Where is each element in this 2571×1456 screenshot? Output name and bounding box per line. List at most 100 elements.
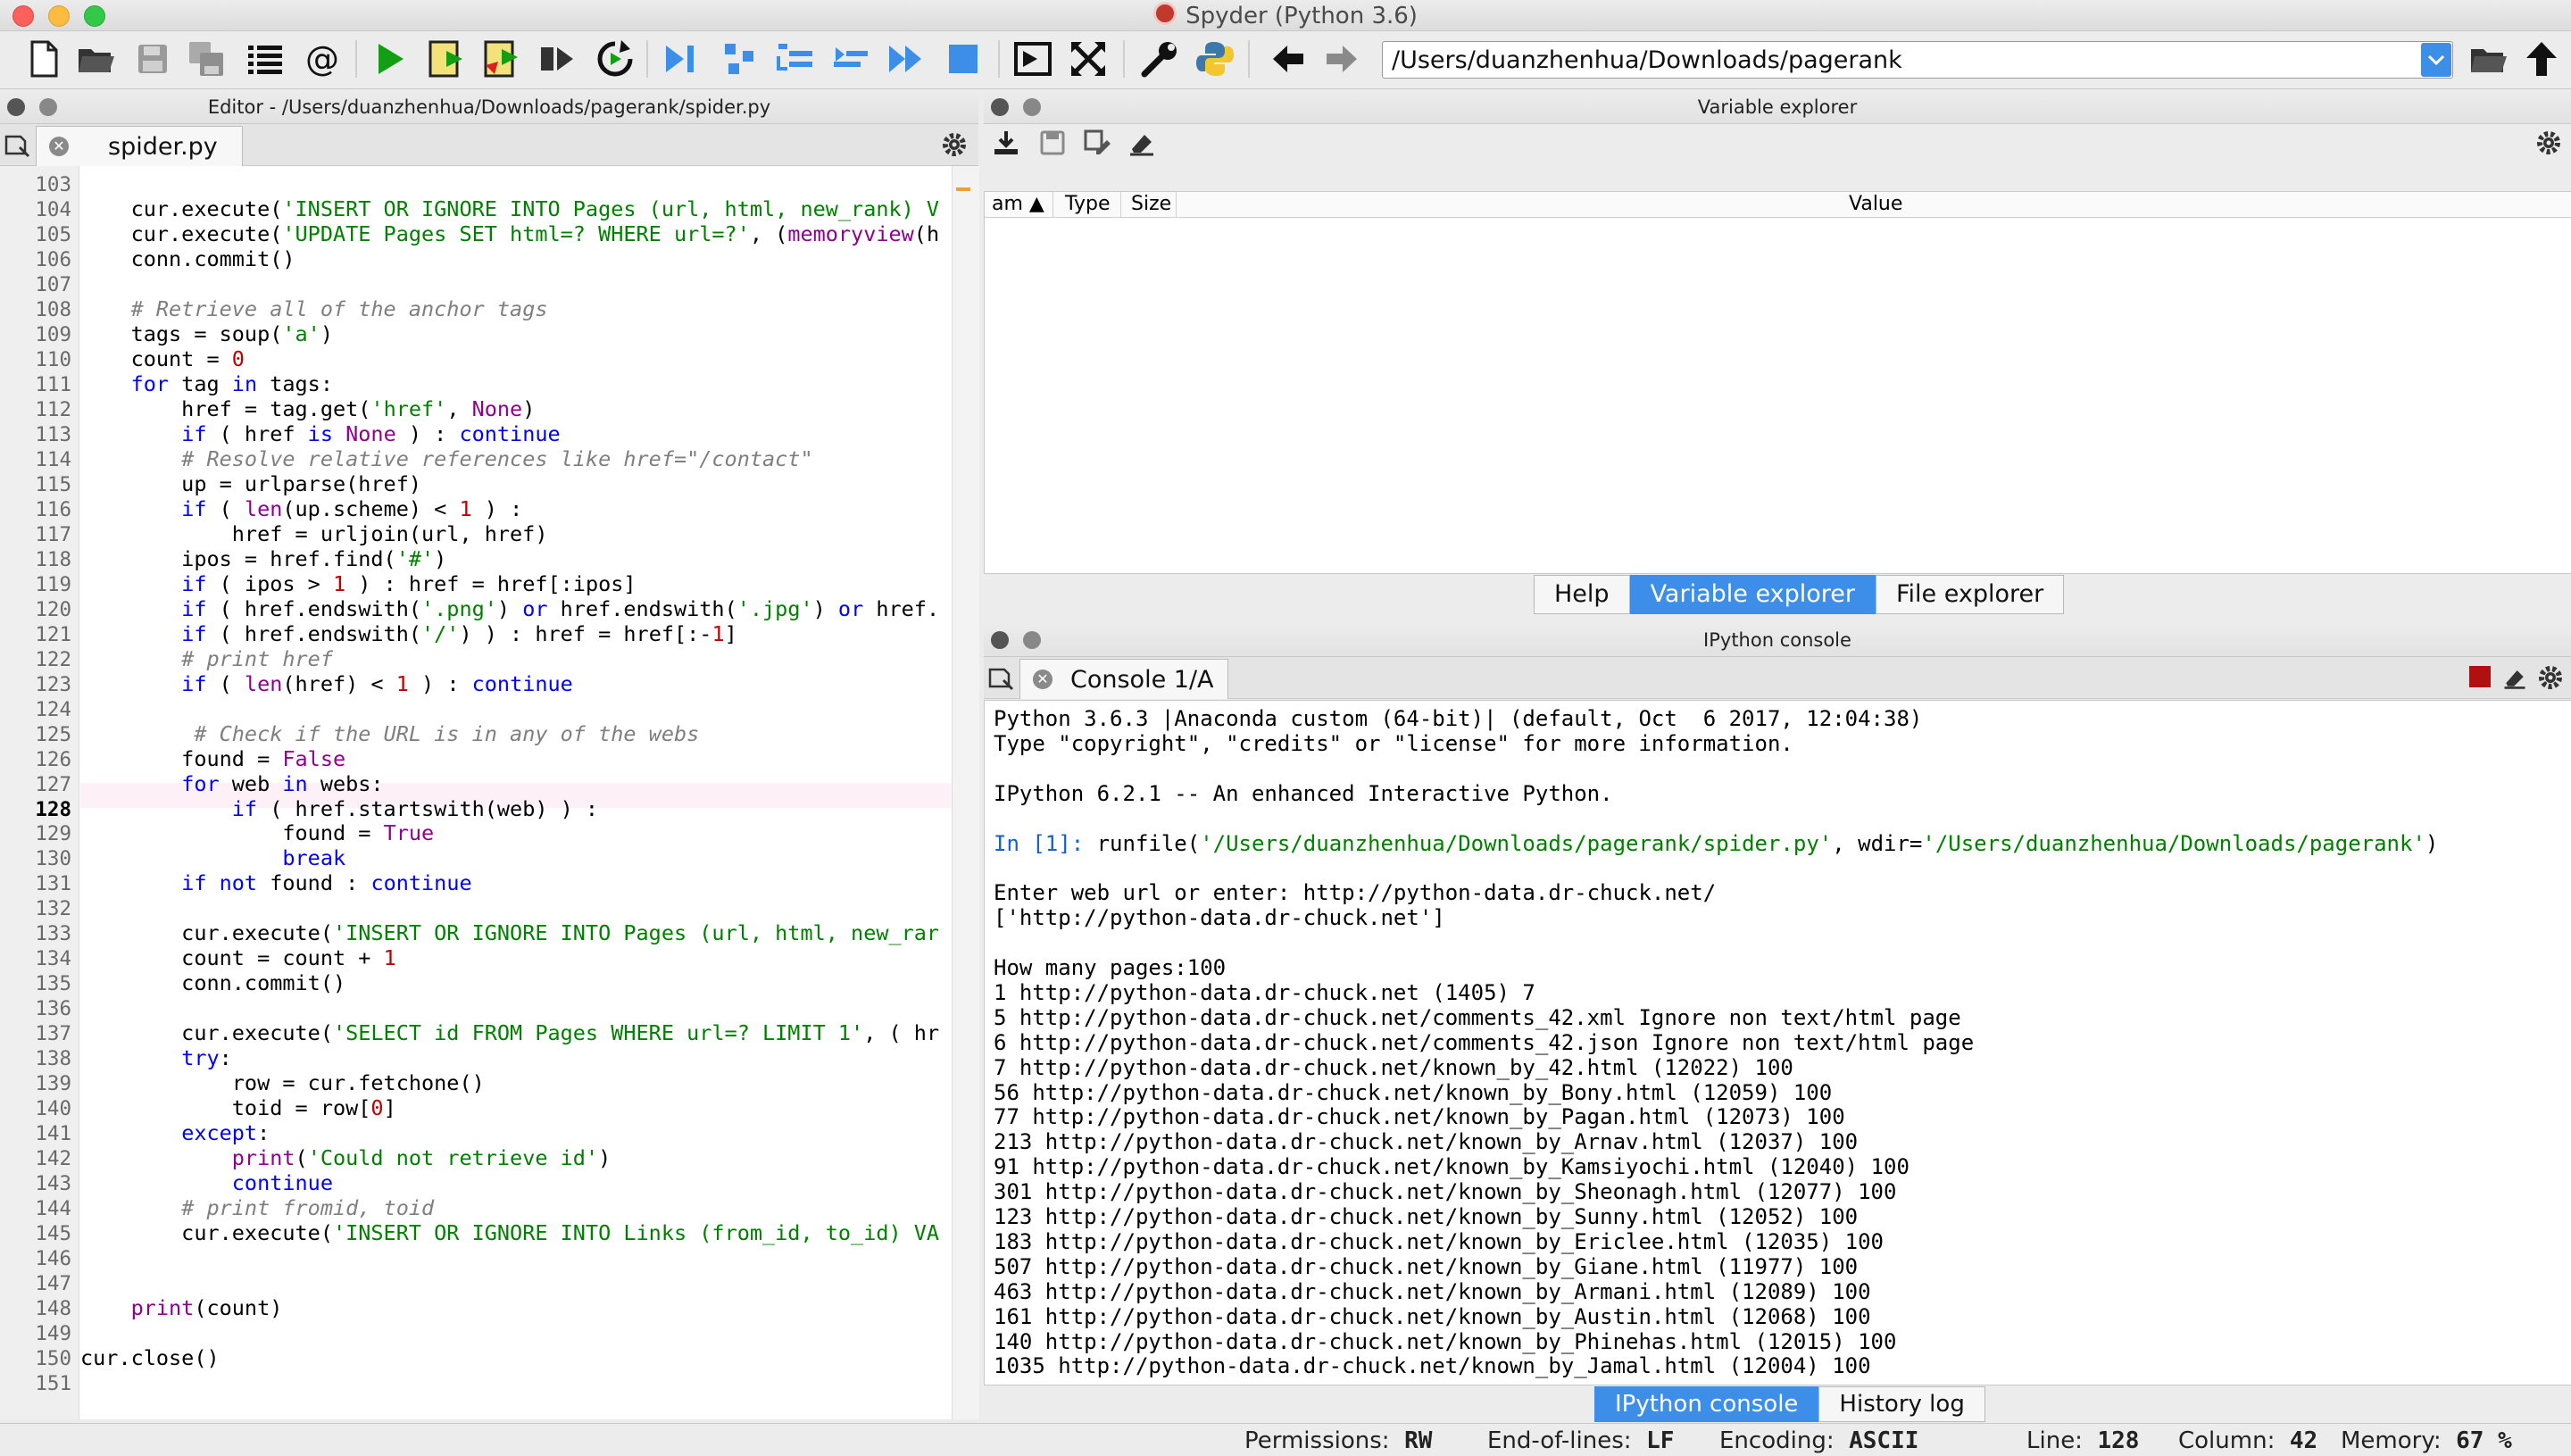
console-options-gear-icon[interactable] <box>2537 664 2564 691</box>
line-number: 131 <box>35 872 71 896</box>
step-icon[interactable] <box>720 38 761 79</box>
step-into-icon[interactable] <box>775 38 816 79</box>
tab-ipython-console[interactable]: IPython console <box>1594 1386 1819 1422</box>
back-arrow-icon[interactable] <box>1268 38 1309 79</box>
editor-tab-spider-py[interactable]: ✕ spider.py <box>36 126 243 166</box>
ipython-console-output[interactable]: Python 3.6.3 |Anaconda custom (64-bit)| … <box>984 700 2571 1385</box>
code-line: href = urljoin(url, href) <box>80 520 548 546</box>
column-name-header[interactable]: am ▲ <box>992 192 1044 217</box>
variable-table[interactable]: am ▲ Type Size Value <box>984 191 2571 574</box>
browse-tabs-icon[interactable] <box>4 131 30 158</box>
code-line: # print href <box>181 645 333 671</box>
editor-scrollbar[interactable] <box>952 166 979 1419</box>
clear-console-eraser-icon[interactable] <box>2501 664 2528 691</box>
eraser-icon[interactable] <box>1127 128 1157 158</box>
code-line: count = count + 1 <box>80 945 396 971</box>
line-number: 140 <box>35 1097 71 1121</box>
tab-history-log[interactable]: History log <box>1818 1386 1985 1422</box>
line-number: 139 <box>35 1072 71 1096</box>
stop-debug-icon[interactable] <box>943 38 984 79</box>
close-pane-icon[interactable] <box>991 631 1009 649</box>
save-data-icon[interactable] <box>1037 128 1068 158</box>
list-icon[interactable] <box>245 38 286 79</box>
console-line: 123 http://python-data.dr-chuck.net/know… <box>994 1204 1859 1229</box>
tab-variable-explorer[interactable]: Variable explorer <box>1629 575 1876 614</box>
editor-pane-header: Editor - /Users/duanzhenhua/Downloads/pa… <box>0 91 978 124</box>
run-cell-advance-icon[interactable] <box>482 38 523 79</box>
continue-icon[interactable] <box>886 38 927 79</box>
editor-tab-bar: ✕ spider.py <box>0 124 978 166</box>
run-selection-icon[interactable] <box>537 38 578 79</box>
save-file-icon[interactable] <box>132 38 173 79</box>
line-number: 148 <box>35 1297 71 1321</box>
column-value-header[interactable]: Value <box>1849 192 1902 217</box>
debug-icon[interactable] <box>661 38 702 79</box>
line-number: 111 <box>35 372 71 396</box>
line-number: 137 <box>35 1022 71 1046</box>
chevron-down-icon <box>2427 54 2445 66</box>
code-line: cur.execute('INSERT OR IGNORE INTO Links… <box>80 1220 940 1246</box>
line-number: 132 <box>35 897 71 921</box>
preferences-wrench-icon[interactable] <box>1139 38 1180 79</box>
code-line: cur.execute('INSERT OR IGNORE INTO Pages… <box>80 196 940 221</box>
code-line: up = urlparse(href) <box>80 470 422 496</box>
tab-file-explorer[interactable]: File explorer <box>1875 575 2065 614</box>
line-number: 130 <box>35 847 71 871</box>
at-sign-icon[interactable]: @ <box>302 38 343 79</box>
line-number: 103 <box>35 173 71 196</box>
window-title-text: Spyder (Python 3.6) <box>1186 3 1418 29</box>
variable-explorer-toolbar <box>984 124 2571 169</box>
line-number: 129 <box>35 822 71 846</box>
interrupt-kernel-icon[interactable] <box>2469 666 2491 687</box>
rerun-icon[interactable] <box>595 38 636 79</box>
status-permissions: Permissions: RW <box>1244 1427 1432 1454</box>
parent-directory-icon[interactable] <box>2521 38 2562 79</box>
close-pane-icon[interactable] <box>7 98 25 116</box>
code-line: if ( len(up.scheme) < 1 ) : <box>181 495 523 521</box>
save-data-as-icon[interactable] <box>1082 128 1112 158</box>
close-tab-icon[interactable]: ✕ <box>49 137 69 156</box>
undock-pane-icon[interactable] <box>1023 631 1041 649</box>
line-number: 151 <box>35 1372 71 1396</box>
column-size-header[interactable]: Size <box>1131 192 1171 217</box>
line-number: 149 <box>35 1322 71 1346</box>
variable-explorer-options-gear-icon[interactable] <box>2535 129 2562 156</box>
working-directory-dropdown[interactable] <box>2421 43 2451 77</box>
close-pane-icon[interactable] <box>991 98 1009 116</box>
line-number: 114 <box>35 447 71 471</box>
column-name-label: am <box>992 193 1023 215</box>
console-line: How many pages:100 <box>994 955 1227 980</box>
tab-help[interactable]: Help <box>1534 575 1630 614</box>
working-directory-input[interactable]: /Users/duanzhenhua/Downloads/pagerank <box>1382 41 2453 79</box>
new-file-icon[interactable] <box>23 38 64 79</box>
code-line: cur.execute('SELECT id FROM Pages WHERE … <box>80 1020 940 1046</box>
undock-pane-icon[interactable] <box>39 98 57 116</box>
browse-folder-icon[interactable] <box>2467 38 2509 79</box>
status-line: Line: 128 <box>2026 1427 2139 1454</box>
fullscreen-icon[interactable] <box>1068 38 1109 79</box>
editor-options-gear-icon[interactable] <box>941 131 968 158</box>
python-path-icon[interactable] <box>1194 38 1236 79</box>
code-line: if ( href.endswith('/') ) : href = href[… <box>181 620 737 646</box>
line-number: 145 <box>35 1222 71 1246</box>
maximize-pane-icon[interactable] <box>1012 38 1053 79</box>
forward-arrow-icon[interactable] <box>1321 38 1362 79</box>
run-icon[interactable] <box>370 38 411 79</box>
console-line: 301 http://python-data.dr-chuck.net/know… <box>994 1179 1897 1205</box>
save-all-icon[interactable] <box>186 38 227 79</box>
console-line: 463 http://python-data.dr-chuck.net/know… <box>994 1278 1871 1304</box>
console-line: Type "copyright", "credits" or "license"… <box>994 730 1793 756</box>
variable-table-header: am ▲ Type Size Value <box>985 192 2571 218</box>
column-type-header[interactable]: Type <box>1065 192 1111 217</box>
import-data-icon[interactable] <box>991 128 1021 158</box>
close-tab-icon[interactable]: ✕ <box>1033 670 1053 689</box>
run-cell-icon[interactable] <box>427 38 468 79</box>
console-tab-1a[interactable]: ✕ Console 1/A <box>1019 659 1228 699</box>
browse-tabs-icon[interactable] <box>987 664 1014 691</box>
step-return-icon[interactable] <box>830 38 871 79</box>
undock-pane-icon[interactable] <box>1023 98 1041 116</box>
open-file-icon[interactable] <box>75 38 116 79</box>
console-line: 213 http://python-data.dr-chuck.net/know… <box>994 1129 1859 1155</box>
code-line: # Retrieve all of the anchor tags <box>130 295 548 321</box>
console-tab-bar: ✕ Console 1/A <box>984 657 2571 699</box>
